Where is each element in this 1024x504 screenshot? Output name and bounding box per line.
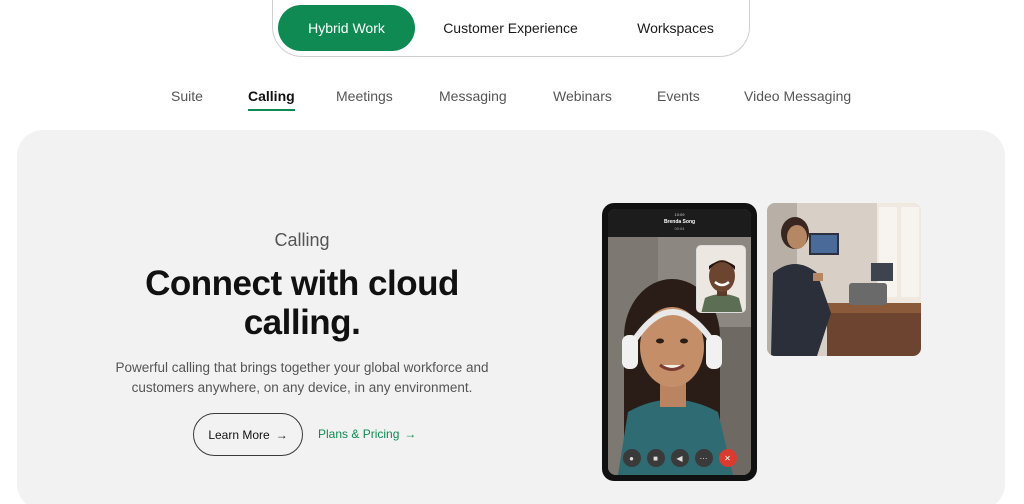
mic-icon[interactable]: ●	[622, 449, 641, 467]
product-category-switcher: Hybrid Work Customer Experience Workspac…	[272, 0, 750, 57]
tab-webinars[interactable]: Webinars	[553, 88, 612, 104]
plans-pricing-label: Plans & Pricing	[318, 427, 400, 441]
status-time: 10:09	[674, 212, 685, 217]
tab-events[interactable]: Events	[657, 88, 700, 104]
hero-headline: Connect with cloud calling.	[0, 264, 604, 342]
call-timer: 00:04	[674, 226, 685, 231]
segment-workspaces[interactable]: Workspaces	[608, 5, 743, 51]
learn-more-button[interactable]: Learn More →	[193, 413, 303, 456]
call-status-bar: 10:09 Brenda Song 00:04	[608, 209, 751, 237]
tab-suite[interactable]: Suite	[171, 88, 203, 104]
tab-messaging[interactable]: Messaging	[439, 88, 507, 104]
segment-hybrid-work[interactable]: Hybrid Work	[278, 5, 415, 51]
office-desk-phone-image	[767, 203, 921, 356]
tab-video-messaging[interactable]: Video Messaging	[744, 88, 851, 104]
product-tabs: Suite Calling Meetings Messaging Webinar…	[0, 88, 1024, 118]
hero-description: Powerful calling that brings together yo…	[0, 358, 604, 398]
self-view-video	[696, 245, 746, 313]
hero-eyebrow: Calling	[274, 230, 330, 250]
end-call-icon[interactable]: ✕	[718, 449, 737, 467]
phone-mockup: 10:09 Brenda Song 00:04 ● ■ ◀ ⋯ ✕	[602, 203, 757, 481]
phone-screen: 10:09 Brenda Song 00:04 ● ■ ◀ ⋯ ✕	[608, 209, 751, 475]
tab-meetings[interactable]: Meetings	[336, 88, 393, 104]
tab-calling[interactable]: Calling	[248, 88, 295, 111]
caller-name: Brenda Song	[663, 219, 696, 225]
call-controls: ● ■ ◀ ⋯ ✕	[608, 441, 751, 475]
learn-more-label: Learn More	[208, 427, 270, 442]
more-icon[interactable]: ⋯	[694, 449, 713, 467]
hero-headline-line-1: Connect with cloud	[145, 264, 459, 303]
segment-customer-experience[interactable]: Customer Experience	[423, 5, 598, 51]
camera-icon[interactable]: ■	[646, 449, 665, 467]
arrow-right-icon: →	[275, 427, 288, 442]
self-view-participant-image	[697, 246, 745, 312]
arrow-right-icon: →	[404, 427, 417, 441]
plans-pricing-link[interactable]: Plans & Pricing →	[318, 427, 416, 441]
hero-description-line-1: Powerful calling that brings together yo…	[115, 360, 489, 375]
hero-description-line-2: customers anywhere, on any device, in an…	[131, 380, 473, 395]
speaker-icon[interactable]: ◀	[670, 449, 689, 467]
hero-headline-line-2: calling.	[243, 303, 361, 342]
